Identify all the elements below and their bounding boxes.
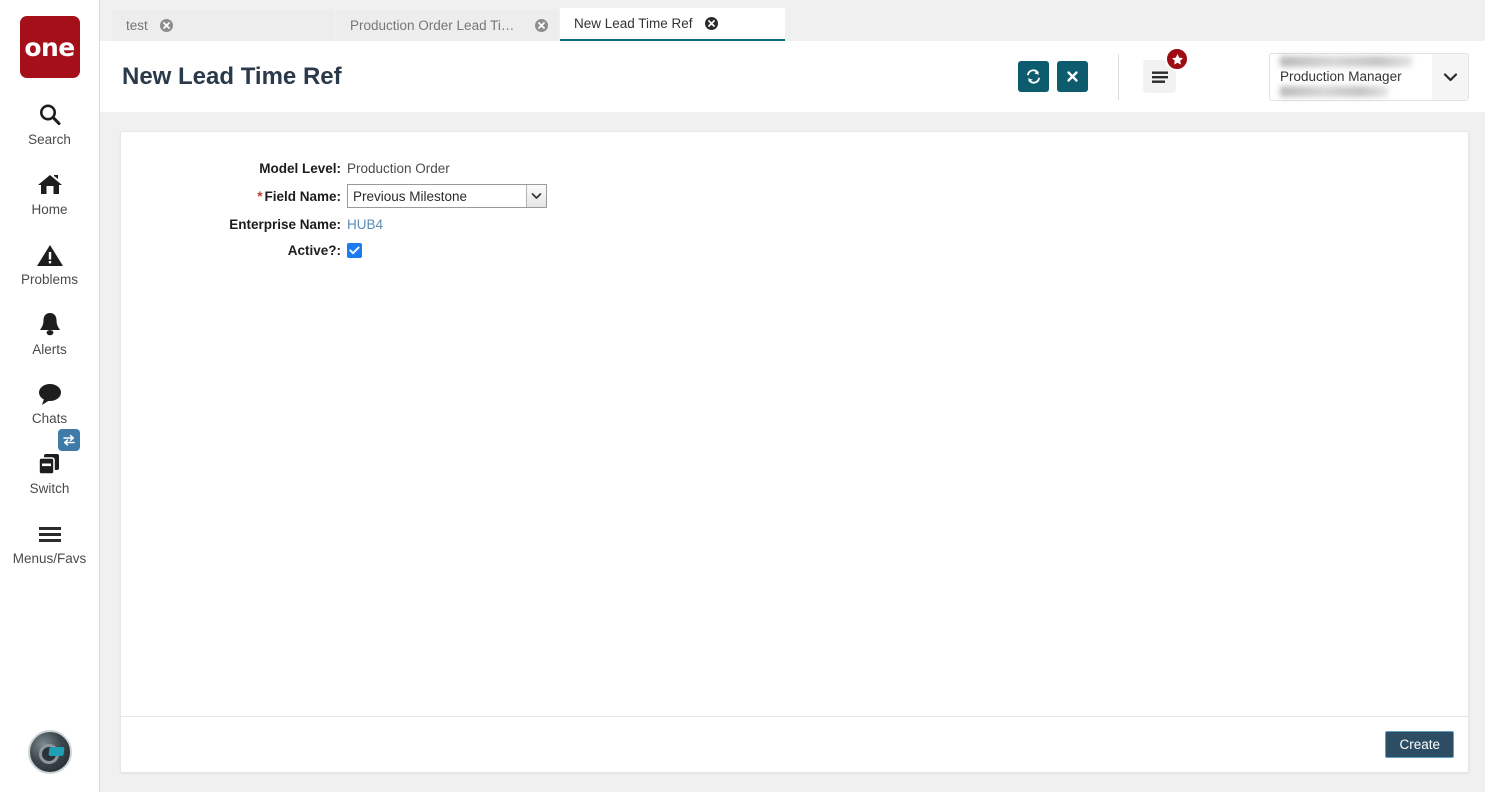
sidebar-item-switch[interactable]: Switch xyxy=(0,427,100,497)
content-area: Model Level: Production Order * Field Nam… xyxy=(100,112,1485,792)
user-info: Production Manager xyxy=(1270,56,1432,97)
tab-label: test xyxy=(126,18,148,33)
field-name-selected-value: Previous Milestone xyxy=(353,188,468,204)
refresh-button[interactable] xyxy=(1018,61,1049,92)
tab-strip: test Production Order Lead Time Ref... N… xyxy=(100,0,1485,41)
header-divider xyxy=(1118,53,1119,100)
field-label-text: Field Name: xyxy=(264,188,341,204)
close-icon[interactable] xyxy=(159,19,173,32)
user-profile-dropdown[interactable]: Production Manager xyxy=(1269,52,1469,101)
page-title: New Lead Time Ref xyxy=(122,62,342,90)
home-icon xyxy=(36,170,64,200)
tab-production-order-lead-time-ref[interactable]: Production Order Lead Time Ref... xyxy=(336,10,558,41)
field-row-enterprise-name: Enterprise Name: HUB4 xyxy=(121,214,1468,234)
model-level-value: Production Order xyxy=(347,160,450,176)
header-bar: New Lead Time Ref Production Manager xyxy=(100,41,1485,112)
app-root: one Search Home Problems Alerts Chats Sw… xyxy=(0,0,1485,792)
switch-toggle-badge[interactable] xyxy=(57,429,80,452)
field-label: * Field Name: xyxy=(121,189,347,204)
switch-cards-icon xyxy=(36,449,64,479)
field-row-field-name: * Field Name: Previous Milestone xyxy=(121,184,1468,208)
star-icon xyxy=(1171,53,1183,65)
main-column: test Production Order Lead Time Ref... N… xyxy=(100,0,1485,792)
active-checkbox[interactable] xyxy=(347,242,362,258)
form-footer: Create xyxy=(121,716,1468,772)
tab-label: Production Order Lead Time Ref... xyxy=(350,18,523,33)
field-label: Enterprise Name: xyxy=(229,216,341,232)
sidebar-item-label: Search xyxy=(28,132,71,147)
refresh-icon xyxy=(1027,69,1040,84)
tab-new-lead-time-ref[interactable]: New Lead Time Ref xyxy=(560,8,785,41)
sidebar-item-label: Menus/Favs xyxy=(12,551,87,567)
form-fields: Model Level: Production Order * Field Nam… xyxy=(121,132,1468,716)
sidebar-item-alerts[interactable]: Alerts xyxy=(0,288,100,358)
tab-label: New Lead Time Ref xyxy=(574,16,693,31)
app-logo[interactable]: one xyxy=(19,16,80,78)
user-avatar[interactable] xyxy=(28,730,72,774)
checkmark-icon xyxy=(349,246,360,254)
field-row-model-level: Model Level: Production Order xyxy=(121,158,1468,178)
menu-button[interactable] xyxy=(1143,47,1189,93)
sidebar-item-label: Alerts xyxy=(32,341,67,357)
form-card: Model Level: Production Order * Field Nam… xyxy=(120,131,1469,773)
sidebar-item-search[interactable]: Search xyxy=(0,78,100,148)
sidebar: one Search Home Problems Alerts Chats Sw… xyxy=(0,0,100,792)
field-label: Active?: xyxy=(287,242,341,258)
field-name-select[interactable]: Previous Milestone xyxy=(347,184,547,208)
exchange-arrows-icon xyxy=(62,435,75,446)
close-x-icon xyxy=(1067,71,1078,82)
chevron-down-icon[interactable] xyxy=(526,185,546,207)
sidebar-item-label: Home xyxy=(31,201,68,217)
close-icon[interactable] xyxy=(535,19,548,32)
warning-triangle-icon xyxy=(36,240,64,270)
hamburger-icon xyxy=(36,519,64,549)
create-button[interactable]: Create xyxy=(1385,731,1454,758)
close-icon[interactable] xyxy=(704,17,718,30)
sidebar-item-home[interactable]: Home xyxy=(0,148,100,218)
sidebar-item-label: Chats xyxy=(31,411,68,427)
chevron-down-icon[interactable] xyxy=(1432,53,1468,100)
field-row-active: Active?: xyxy=(121,240,1468,260)
sidebar-item-chats[interactable]: Chats xyxy=(0,357,100,427)
required-asterisk: * xyxy=(257,188,263,204)
sidebar-item-menus-favs[interactable]: Menus/Favs xyxy=(0,497,100,567)
tab-test[interactable]: test xyxy=(112,10,334,41)
sidebar-item-label: Switch xyxy=(29,481,70,497)
bell-icon xyxy=(37,310,63,340)
sidebar-item-problems[interactable]: Problems xyxy=(0,218,100,288)
logo-text: one xyxy=(24,32,75,62)
search-icon xyxy=(37,100,63,130)
field-label: Model Level: xyxy=(259,160,341,176)
user-name-redacted xyxy=(1280,56,1412,67)
hamburger-menu-icon xyxy=(1151,71,1168,83)
user-org-redacted xyxy=(1280,86,1388,97)
sidebar-item-label: Problems xyxy=(20,271,79,287)
enterprise-name-link[interactable]: HUB4 xyxy=(347,217,383,232)
favorites-badge xyxy=(1165,47,1189,71)
close-button[interactable] xyxy=(1057,61,1088,92)
user-role-label: Production Manager xyxy=(1280,69,1402,84)
chat-bubble-icon xyxy=(36,379,64,409)
